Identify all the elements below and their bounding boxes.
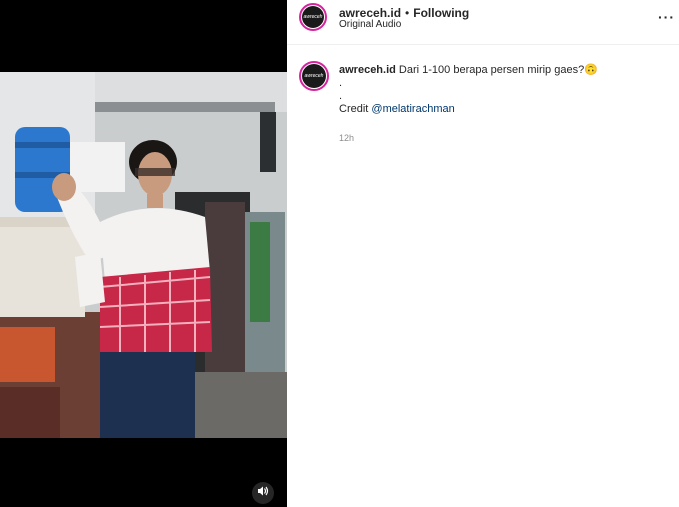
- caption-dot-1: .: [339, 77, 343, 89]
- separator-dot: •: [405, 6, 410, 20]
- video-frame[interactable]: [0, 72, 287, 438]
- username-link[interactable]: awreceh.id: [339, 6, 401, 20]
- video-scene: [0, 72, 287, 438]
- caption-avatar-logo: awreceh: [302, 64, 326, 88]
- post-timestamp[interactable]: 12h: [339, 133, 354, 143]
- post-details-panel: awreceh awreceh.id • Following Original Au…: [287, 0, 679, 507]
- speaker-icon: [257, 484, 269, 502]
- caption-line: awreceh.id Dari 1-100 berapa persen miri…: [339, 64, 659, 77]
- mute-button[interactable]: [252, 482, 274, 504]
- caption-username[interactable]: awreceh.id: [339, 64, 396, 76]
- original-audio-link[interactable]: Original Audio: [339, 19, 401, 30]
- credit-mention-link[interactable]: @melatirachman: [371, 103, 454, 115]
- post-caption: awreceh.id Dari 1-100 berapa persen miri…: [339, 64, 659, 116]
- post-header: awreceh awreceh.id • Following Original Au…: [287, 0, 679, 45]
- credit-label: Credit: [339, 103, 369, 115]
- video-player[interactable]: [0, 0, 287, 507]
- more-options-icon[interactable]: ···: [658, 9, 675, 25]
- following-button[interactable]: Following: [413, 6, 469, 20]
- caption-text: Dari 1-100 berapa persen mirip gaes?: [398, 64, 585, 76]
- caption-emoji: 🙃: [584, 64, 598, 76]
- credit-line: Credit @melatirachman: [339, 103, 659, 116]
- caption-dot-2: .: [339, 90, 343, 102]
- caption-avatar[interactable]: awreceh: [299, 61, 329, 91]
- avatar[interactable]: awreceh: [299, 3, 327, 31]
- avatar-logo: awreceh: [302, 6, 324, 28]
